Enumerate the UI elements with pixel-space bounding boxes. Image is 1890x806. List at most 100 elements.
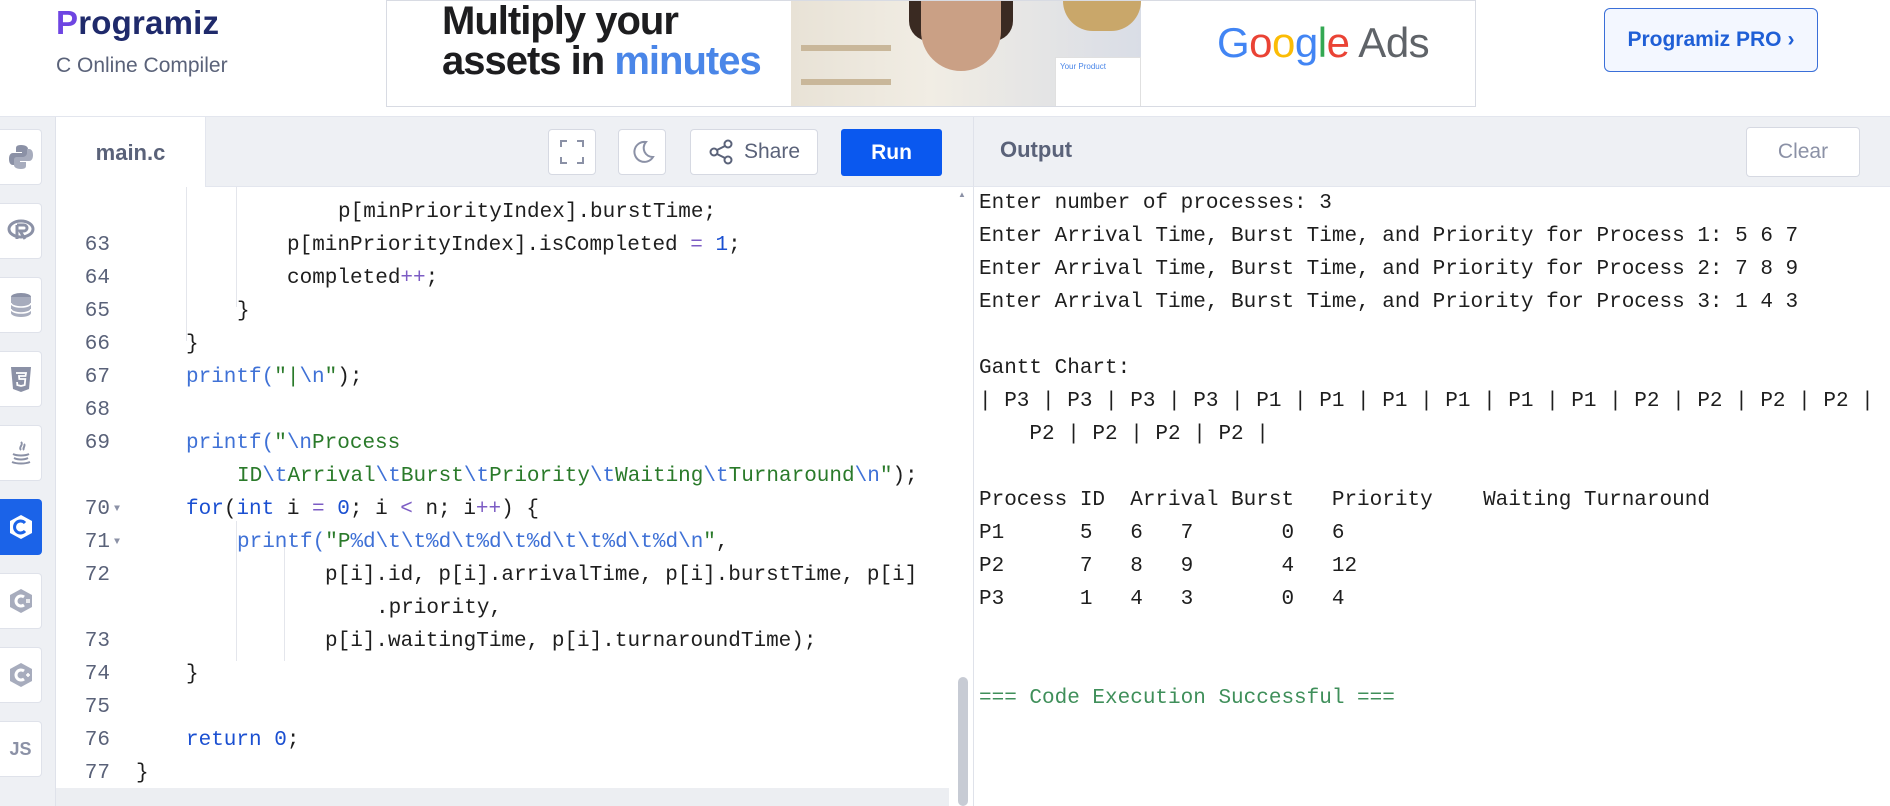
programiz-logo[interactable]: Programiz xyxy=(56,4,219,42)
line-number: 63 xyxy=(84,234,110,257)
code-editor[interactable]: p[minPriorityIndex].burstTime = p[minPri… xyxy=(56,187,973,806)
code-string: Burst xyxy=(400,465,464,488)
line-number: 77 xyxy=(84,762,110,785)
js-icon-label: JS xyxy=(9,738,32,759)
line-number: 68 xyxy=(84,399,110,422)
line-number: 72 xyxy=(84,564,110,587)
output-line: Process ID Arrival Burst Priority Waitin… xyxy=(979,489,1710,512)
ad-headline-highlight: minutes xyxy=(614,39,761,83)
share-button[interactable]: Share xyxy=(690,129,818,175)
code-escape: \t xyxy=(703,465,729,488)
output-line: Enter number of processes: 3 xyxy=(979,192,1332,215)
output-line: Enter Arrival Time, Burst Time, and Prio… xyxy=(979,291,1799,314)
editor-scrollbar[interactable] xyxy=(958,677,968,806)
line-number: 66 xyxy=(84,333,110,356)
code-text: ( xyxy=(223,498,237,521)
code-text: ) { xyxy=(501,498,539,521)
output-toolbar: Output Clear xyxy=(973,117,1890,187)
code-string: Arrival xyxy=(287,465,376,488)
code-number: 0 xyxy=(274,729,287,752)
code-escape: %d\t\t%d\t%d\t%d\t\t%d\t%d\n xyxy=(350,531,704,554)
ad-headline: Multiply your assets in minutes xyxy=(442,0,762,83)
code-string: "P xyxy=(325,531,351,554)
run-button[interactable]: Run xyxy=(841,129,942,176)
code-escape: \t xyxy=(463,465,490,488)
language-rail: JS xyxy=(0,117,56,806)
ad-hat xyxy=(1063,1,1141,31)
line-number: 75 xyxy=(84,696,110,719)
share-button-label: Share xyxy=(743,140,801,163)
fullscreen-button[interactable] xyxy=(548,129,596,175)
code-keyword: for xyxy=(186,498,224,521)
r-icon[interactable] xyxy=(0,203,42,259)
code-operator: ++ xyxy=(400,267,426,290)
code-text: ; xyxy=(425,267,439,290)
ad-google-letter: o xyxy=(1249,19,1273,66)
code-escape: \n xyxy=(286,432,313,455)
ad-google-letter: o xyxy=(1272,19,1295,66)
js-icon[interactable]: JS xyxy=(0,721,42,777)
code-text: } xyxy=(186,333,199,356)
scroll-up-arrow-icon[interactable]: ▲ xyxy=(958,190,966,199)
ad-shelf xyxy=(801,79,891,85)
code-number: 0 xyxy=(337,498,350,521)
line-number: 71 xyxy=(84,531,110,554)
cpp-icon[interactable] xyxy=(0,647,42,703)
sql-icon[interactable] xyxy=(0,277,42,333)
code-text: p[minPriorityIndex].burstTime; xyxy=(338,201,717,224)
moon-icon xyxy=(633,140,655,163)
code-string: " xyxy=(879,465,893,488)
google-ads-logo: Google Ads xyxy=(1217,19,1430,67)
dark-mode-button[interactable] xyxy=(618,129,666,175)
ad-headline-prefix: assets in xyxy=(442,39,615,83)
line-number: 67 xyxy=(84,366,110,389)
html5-icon[interactable] xyxy=(0,351,42,407)
fold-arrow-icon[interactable]: ▼ xyxy=(114,493,120,526)
output-line: P2 7 8 9 4 12 xyxy=(979,555,1358,578)
output-line: P2 | P2 | P2 | P2 | xyxy=(979,423,1269,446)
output-title: Output xyxy=(1000,137,1073,162)
code-text: } xyxy=(136,762,149,785)
java-icon[interactable] xyxy=(0,425,42,481)
pro-button-label: Programiz PRO xyxy=(1627,28,1782,51)
tab-main-c[interactable]: main.c xyxy=(56,117,206,188)
code-function: printf( xyxy=(237,531,326,554)
ad-product-card: Your Product xyxy=(1055,57,1141,106)
code-keyword: return xyxy=(186,729,262,752)
code-text: } xyxy=(186,663,199,686)
ad-shelf xyxy=(801,45,891,51)
code-string: Priority xyxy=(489,465,590,488)
ad-headline-line1: Multiply your xyxy=(442,0,679,43)
code-text: ; xyxy=(286,729,300,752)
code-string: Waiting xyxy=(615,465,704,488)
code-text: p[i].waitingTime, p[i].turnaroundTime); xyxy=(325,630,817,653)
page-subtitle: C Online Compiler xyxy=(56,54,228,77)
ad-person-face xyxy=(921,1,1001,71)
python-icon[interactable] xyxy=(0,129,42,185)
line-number: 70 xyxy=(84,498,110,521)
line-number: 74 xyxy=(84,663,110,686)
line-number: 64 xyxy=(84,267,110,290)
output-console[interactable]: Enter number of processes: 3 Enter Arriv… xyxy=(973,187,1890,806)
code-text: p[i].id, p[i].arrivalTime, p[i].burstTim… xyxy=(325,564,918,587)
chevron-right-icon: › xyxy=(1787,28,1795,51)
ad-google-letter: g xyxy=(1294,19,1318,66)
code-text: .priority, xyxy=(376,597,503,620)
code-text: completed xyxy=(287,267,401,290)
code-text: n; i xyxy=(412,498,476,521)
c-icon[interactable] xyxy=(0,499,42,555)
fold-arrow-icon[interactable]: ▼ xyxy=(114,526,120,559)
code-text: , xyxy=(715,531,729,554)
output-line: | P3 | P3 | P3 | P3 | P1 | P1 | P1 | P1 … xyxy=(979,390,1874,413)
clear-button[interactable]: Clear xyxy=(1746,127,1860,177)
ad-card-text: Your Product xyxy=(1060,62,1106,71)
code-escape: \n xyxy=(299,366,325,389)
ad-banner[interactable]: Multiply your assets in minutes Your Pro… xyxy=(386,0,1476,107)
ad-google-letter: l xyxy=(1317,19,1327,66)
csharp-icon[interactable] xyxy=(0,573,42,629)
code-text: p[minPriorityIndex].isCompleted xyxy=(287,234,691,257)
programiz-pro-button[interactable]: Programiz PRO › xyxy=(1604,8,1818,72)
output-line: P3 1 4 3 0 4 xyxy=(979,588,1345,611)
